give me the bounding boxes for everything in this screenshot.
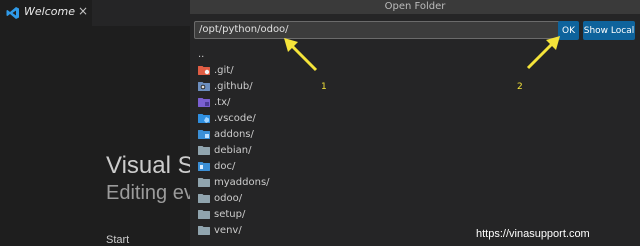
folder-name: myaddons/ — [214, 176, 270, 188]
open-folder-dialog: Open Folder OK Show Local .. .git/ .gith… — [190, 0, 640, 246]
doc-folder-icon — [198, 161, 210, 171]
welcome-subtitle: Editing ev — [106, 182, 194, 204]
tab-welcome[interactable]: Welcome × — [0, 0, 93, 26]
folder-icon — [198, 193, 210, 203]
folder-name: debian/ — [214, 144, 252, 156]
list-item[interactable]: setup/ — [198, 206, 398, 222]
folder-name: .git/ — [214, 64, 234, 76]
welcome-title: Visual S — [106, 152, 194, 179]
ok-button[interactable]: OK — [558, 21, 579, 40]
list-item[interactable]: debian/ — [198, 142, 398, 158]
list-item[interactable]: .vscode/ — [198, 110, 398, 126]
github-folder-icon — [198, 81, 210, 91]
list-item[interactable]: odoo/ — [198, 190, 398, 206]
welcome-start-heading: Start — [106, 234, 130, 246]
watermark: https://vinasupport.com — [476, 228, 590, 240]
annotation-label-1: 1 — [321, 82, 327, 92]
folder-path-input[interactable] — [194, 21, 560, 39]
vscode-folder-icon — [198, 113, 210, 123]
folder-name: setup/ — [214, 208, 246, 220]
tab-label: Welcome — [24, 5, 75, 18]
list-item[interactable]: myaddons/ — [198, 174, 398, 190]
folder-name: doc/ — [214, 160, 236, 172]
list-item[interactable]: doc/ — [198, 158, 398, 174]
dialog-title: Open Folder — [384, 1, 446, 12]
list-item[interactable]: .github/ — [198, 78, 398, 94]
list-item[interactable]: venv/ — [198, 222, 398, 238]
folder-name: odoo/ — [214, 192, 243, 204]
show-local-button[interactable]: Show Local — [583, 21, 635, 40]
folder-name: .github/ — [214, 80, 253, 92]
annotation-label-2: 2 — [517, 82, 523, 92]
list-item[interactable]: addons/ — [198, 126, 398, 142]
parent-dir-label: .. — [198, 48, 205, 60]
list-item-parent[interactable]: .. — [198, 46, 398, 62]
folder-icon — [198, 225, 210, 235]
addons-folder-icon — [198, 129, 210, 139]
folder-name: .tx/ — [214, 96, 231, 108]
list-item[interactable]: .tx/ — [198, 94, 398, 110]
folder-name: venv/ — [214, 224, 242, 236]
git-folder-icon — [198, 65, 210, 75]
list-item[interactable]: .git/ — [198, 62, 398, 78]
folder-icon — [198, 177, 210, 187]
folder-name: addons/ — [214, 128, 254, 140]
dialog-titlebar: Open Folder — [190, 0, 640, 14]
vscode-logo-icon — [6, 5, 20, 19]
close-icon[interactable]: × — [78, 4, 88, 18]
folder-icon — [198, 145, 210, 155]
folder-name: .vscode/ — [214, 112, 256, 124]
tx-folder-icon — [198, 97, 210, 107]
folder-icon — [198, 209, 210, 219]
